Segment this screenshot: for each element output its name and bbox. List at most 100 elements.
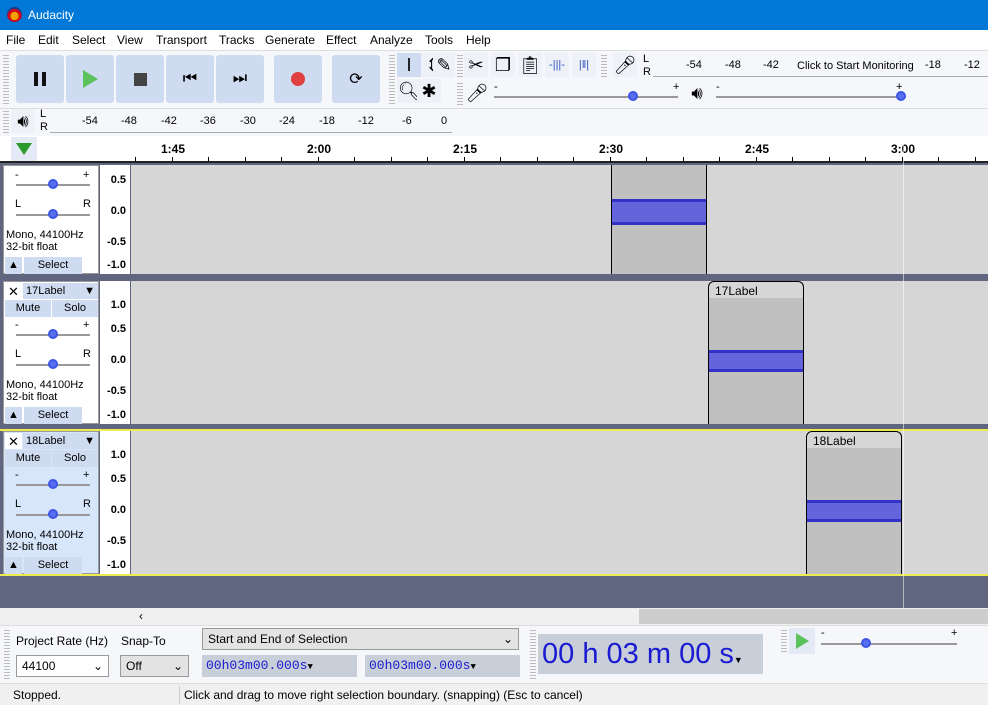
multi-tool-icon[interactable]: ✱: [417, 79, 441, 103]
clip-name[interactable]: 18Label: [807, 432, 901, 448]
timeline-tick: 2:30: [599, 142, 624, 156]
timeline-minor-tick: [865, 157, 866, 162]
record-meter-microphone-icon[interactable]: 🎤︎: [613, 53, 637, 77]
menu-edit[interactable]: Edit: [38, 33, 59, 47]
menu-tracks[interactable]: Tracks: [219, 33, 255, 47]
toolbar-grip[interactable]: [389, 55, 395, 105]
menu-generate[interactable]: Generate: [265, 33, 315, 47]
gain-slider[interactable]: [16, 478, 90, 490]
toolbar-grip[interactable]: [3, 111, 9, 133]
record-volume-slider[interactable]: [494, 90, 678, 102]
pan-slider[interactable]: [16, 508, 90, 520]
meter-tick: -42: [161, 115, 177, 127]
menu-transport[interactable]: Transport: [156, 33, 207, 47]
select-button[interactable]: Select: [24, 257, 82, 274]
pause-button[interactable]: [16, 55, 64, 103]
gain-slider[interactable]: [16, 178, 90, 190]
skip-to-start-button[interactable]: ⏮: [166, 55, 214, 103]
horizontal-scrollbar[interactable]: ‹: [131, 608, 988, 625]
trim-icon[interactable]: -|||-: [545, 53, 569, 77]
timeline-minor-tick: [500, 157, 501, 162]
time-display[interactable]: 00 h 03 m 00 s▼: [538, 634, 763, 674]
record-button[interactable]: [274, 55, 322, 103]
dropdown-arrow-icon: ▼: [84, 435, 95, 447]
solo-button[interactable]: Solo: [52, 300, 98, 317]
menu-tools[interactable]: Tools: [425, 33, 453, 47]
scrollbar-thumb[interactable]: [639, 609, 988, 624]
mute-button[interactable]: Mute: [5, 300, 51, 317]
playback-meter-speaker-icon[interactable]: 🔊︎: [11, 109, 35, 133]
silence-icon[interactable]: |‖|: [572, 53, 596, 77]
toolbar-grip[interactable]: [3, 55, 9, 105]
meter-left-label: L: [40, 108, 47, 120]
track-name-menu[interactable]: 18Label ▼: [23, 433, 98, 449]
meter-tick: -54: [82, 115, 98, 127]
menu-view[interactable]: View: [117, 33, 143, 47]
select-button[interactable]: Select: [24, 557, 82, 574]
paste-icon[interactable]: 📋︎: [518, 53, 542, 77]
timeline-minor-tick: [172, 157, 173, 162]
snap-to-select[interactable]: Off ⌄: [120, 655, 189, 677]
menu-analyze[interactable]: Analyze: [370, 33, 413, 47]
menu-effect[interactable]: Effect: [326, 33, 356, 47]
toolbar-grip[interactable]: [530, 630, 536, 680]
cut-icon[interactable]: ✂: [464, 53, 488, 77]
toolbar-grip[interactable]: [457, 55, 463, 79]
menu-select[interactable]: Select: [72, 33, 105, 47]
mute-button[interactable]: Mute: [5, 450, 51, 467]
toolbar-grip[interactable]: [781, 630, 787, 654]
copy-icon[interactable]: ❐: [491, 53, 515, 77]
toolbar-grip[interactable]: [4, 630, 10, 680]
waveform-area[interactable]: 18Label: [131, 431, 988, 574]
close-track-button[interactable]: ✕: [5, 283, 22, 299]
playback-speed-slider[interactable]: [821, 637, 957, 649]
project-rate-select[interactable]: 44100 ⌄: [16, 655, 109, 677]
recording-meter[interactable]: -54 -48 -42 Click to Start Monitoring -1…: [653, 53, 988, 77]
stop-button[interactable]: [116, 55, 164, 103]
loop-button[interactable]: ⟳: [332, 55, 380, 103]
selection-tool-icon[interactable]: I: [397, 53, 421, 77]
select-button[interactable]: Select: [24, 407, 82, 424]
draw-tool-icon[interactable]: ✎: [433, 53, 455, 77]
meter-tick: -6: [402, 115, 412, 127]
meter-tick: -42: [763, 59, 779, 71]
pan-slider[interactable]: [16, 358, 90, 370]
pinned-play-head-button[interactable]: [11, 137, 37, 161]
selection-start-time[interactable]: 00h03m00.000s▼: [202, 655, 357, 677]
selection-end-time[interactable]: 00h03m00.000s▼: [365, 655, 520, 677]
play-at-speed-button[interactable]: [789, 628, 815, 654]
collapse-button[interactable]: ▲: [5, 257, 22, 274]
play-button[interactable]: [66, 55, 114, 103]
audio-clip[interactable]: 18Label: [806, 431, 902, 574]
audio-clip[interactable]: [611, 165, 707, 274]
track-control-panel[interactable]: - + L R Mono, 44100Hz 32-bit float ▲ Sel…: [3, 165, 99, 274]
solo-button[interactable]: Solo: [52, 450, 98, 467]
collapse-button[interactable]: ▲: [5, 407, 22, 424]
clip-name[interactable]: 17Label: [709, 282, 803, 298]
start-monitoring-label[interactable]: Click to Start Monitoring: [797, 60, 914, 72]
track-name-menu[interactable]: 17Label ▼: [23, 283, 98, 299]
gain-slider[interactable]: [16, 328, 90, 340]
playback-meter[interactable]: -54 -48 -42 -36 -30 -24 -18 -12 -6 0: [50, 109, 452, 133]
waveform-area[interactable]: [131, 165, 988, 274]
collapse-button[interactable]: ▲: [5, 557, 22, 574]
track-control-panel[interactable]: ✕ 17Label ▼ Mute Solo - + L R Mono, 44100…: [3, 281, 99, 424]
audio-clip[interactable]: 17Label: [708, 281, 804, 424]
toolbar-grip[interactable]: [457, 83, 463, 105]
toolbar-grip[interactable]: [601, 55, 607, 79]
close-track-button[interactable]: ✕: [5, 433, 22, 449]
timeline-ruler[interactable]: 1:45 2:00 2:15 2:30 2:45 3:00: [0, 136, 988, 163]
meter-tick: -24: [279, 115, 295, 127]
menu-file[interactable]: File: [6, 33, 25, 47]
timeline-minor-tick: [829, 157, 830, 162]
pan-slider[interactable]: [16, 208, 90, 220]
scroll-left-icon[interactable]: ‹: [139, 609, 143, 623]
playback-volume-slider[interactable]: [716, 90, 906, 102]
meter-tick: -36: [200, 115, 216, 127]
selection-mode-select[interactable]: Start and End of Selection ⌄: [202, 628, 519, 650]
menu-help[interactable]: Help: [466, 33, 491, 47]
amplitude-scale: 1.0 0.5 0.0 -0.5 -1.0: [100, 281, 130, 424]
track-control-panel[interactable]: ✕ 18Label ▼ Mute Solo - + L R Mono, 44100…: [3, 431, 99, 574]
skip-to-end-button[interactable]: ⏭: [216, 55, 264, 103]
waveform-area[interactable]: 17Label: [131, 281, 988, 424]
